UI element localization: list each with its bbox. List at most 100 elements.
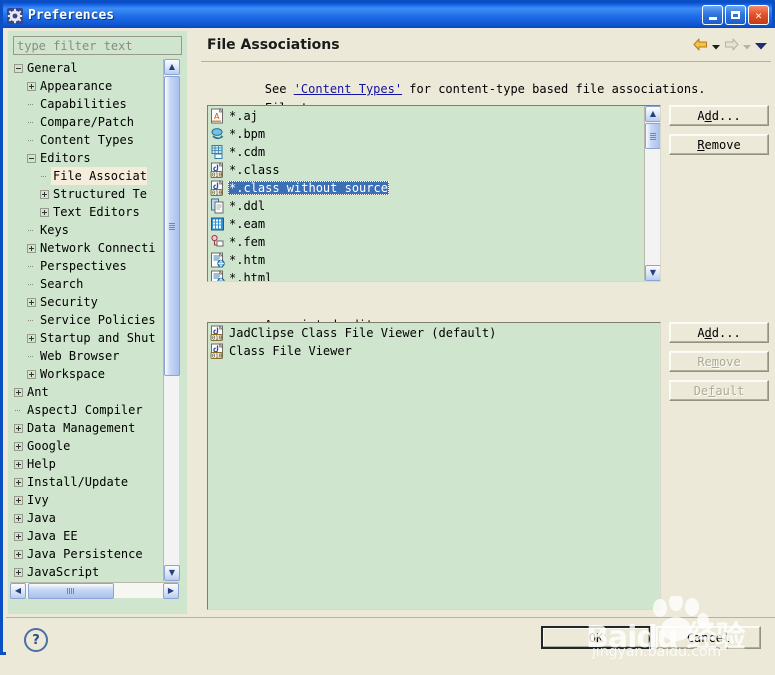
associated-editor-label: JadClipse Class File Viewer (default) xyxy=(229,326,497,340)
sidebar-item-compare-patch[interactable]: Compare/Patch xyxy=(10,113,162,131)
sidebar-item-perspectives[interactable]: Perspectives xyxy=(10,257,162,275)
sidebar-item-java-ee[interactable]: Java EE xyxy=(10,527,162,545)
expand-plus-icon[interactable] xyxy=(14,549,23,559)
tree-hscrollbar-thumb[interactable] xyxy=(28,583,114,599)
sidebar-item-network-connecti[interactable]: Network Connecti xyxy=(10,239,162,257)
sidebar-item-structured-te[interactable]: Structured Te xyxy=(10,185,162,203)
ok-button[interactable]: OK xyxy=(541,626,651,649)
sidebar-item-workspace[interactable]: Workspace xyxy=(10,365,162,383)
file-type-label: *.htm xyxy=(229,253,266,267)
sidebar-item-google[interactable]: Google xyxy=(10,437,162,455)
tree-scrollbar-thumb[interactable] xyxy=(164,76,180,376)
file-type-row[interactable]: *.cdm xyxy=(208,143,643,161)
sidebar-item-general[interactable]: General xyxy=(10,59,162,77)
expand-plus-icon[interactable] xyxy=(14,459,23,469)
add-editor-button[interactable]: Add... xyxy=(669,322,769,343)
sidebar-item-javascript[interactable]: JavaScript xyxy=(10,563,162,581)
file-types-list[interactable]: A *.aj *.bpm *.cdm 010 *.class 010 *.class with… xyxy=(207,105,661,282)
expand-plus-icon[interactable] xyxy=(14,423,23,433)
scroll-down-button[interactable]: ▼ xyxy=(164,565,180,581)
file-type-row[interactable]: A *.aj xyxy=(208,107,643,125)
scroll-right-button[interactable]: ▶ xyxy=(163,583,179,599)
tree-horizontal-scrollbar[interactable]: ◀ ▶ xyxy=(10,582,179,599)
maximize-icon xyxy=(731,11,740,19)
panel-splitter[interactable] xyxy=(189,31,199,614)
close-button[interactable]: ✕ xyxy=(748,5,769,25)
default-editor-button[interactable]: Default xyxy=(669,380,769,401)
file-type-row[interactable]: *.ddl xyxy=(208,197,643,215)
collapse-minus-icon[interactable] xyxy=(27,153,36,163)
expand-plus-icon[interactable] xyxy=(14,495,23,505)
file-types-scrollbar-thumb[interactable] xyxy=(645,123,660,149)
preference-tree[interactable]: General Appearance Capabilities Compare/Pat… xyxy=(10,59,162,581)
sidebar-item-startup-and-shut[interactable]: Startup and Shut xyxy=(10,329,162,347)
expand-plus-icon[interactable] xyxy=(14,477,23,487)
expand-plus-icon[interactable] xyxy=(40,207,49,217)
sidebar-item-ant[interactable]: Ant xyxy=(10,383,162,401)
sidebar-item-aspectj-compiler[interactable]: AspectJ Compiler xyxy=(10,401,162,419)
sidebar-item-capabilities[interactable]: Capabilities xyxy=(10,95,162,113)
scroll-down-button[interactable]: ▼ xyxy=(645,265,660,281)
expand-plus-icon[interactable] xyxy=(14,513,23,523)
file-type-row[interactable]: *.eam xyxy=(208,215,643,233)
associated-editors-list[interactable]: 010 JadClipse Class File Viewer (default)… xyxy=(207,322,661,610)
sidebar-item-file-associat[interactable]: File Associat xyxy=(10,167,162,185)
forward-arrow-icon xyxy=(724,38,739,54)
sidebar-item-search[interactable]: Search xyxy=(10,275,162,293)
sidebar-item-data-management[interactable]: Data Management xyxy=(10,419,162,437)
minimize-button[interactable] xyxy=(702,5,723,25)
sidebar-item-label: Capabilities xyxy=(40,97,127,111)
file-types-scrollbar[interactable]: ▲ ▼ xyxy=(644,106,660,281)
expand-plus-icon[interactable] xyxy=(27,243,36,253)
sidebar-item-ivy[interactable]: Ivy xyxy=(10,491,162,509)
expand-plus-icon[interactable] xyxy=(27,297,36,307)
associated-editor-row[interactable]: 010 JadClipse Class File Viewer (default) xyxy=(208,324,660,342)
sidebar-item-text-editors[interactable]: Text Editors xyxy=(10,203,162,221)
file-type-row[interactable]: *.htm xyxy=(208,251,643,269)
expand-plus-icon[interactable] xyxy=(27,333,36,343)
expand-plus-icon[interactable] xyxy=(14,387,23,397)
sidebar-item-help[interactable]: Help xyxy=(10,455,162,473)
sidebar-item-java[interactable]: Java xyxy=(10,509,162,527)
sidebar-item-editors[interactable]: Editors xyxy=(10,149,162,167)
sidebar-item-install-update[interactable]: Install/Update xyxy=(10,473,162,491)
sidebar-item-keys[interactable]: Keys xyxy=(10,221,162,239)
sidebar-item-security[interactable]: Security xyxy=(10,293,162,311)
sidebar-item-web-browser[interactable]: Web Browser xyxy=(10,347,162,365)
tree-leaf-dot-icon xyxy=(27,352,36,361)
file-type-row[interactable]: *.bpm xyxy=(208,125,643,143)
back-menu-chevron-down-icon[interactable] xyxy=(712,39,720,53)
tree-vertical-scrollbar[interactable]: ▲ ▼ xyxy=(163,59,180,581)
expand-plus-icon[interactable] xyxy=(40,189,49,199)
file-type-row[interactable]: *.fem xyxy=(208,233,643,251)
maximize-button[interactable] xyxy=(725,5,746,25)
sidebar-item-service-policies[interactable]: Service Policies xyxy=(10,311,162,329)
remove-editor-button[interactable]: Remove xyxy=(669,351,769,372)
expand-plus-icon[interactable] xyxy=(27,369,36,379)
sidebar-item-content-types[interactable]: Content Types xyxy=(10,131,162,149)
file-type-row[interactable]: *.html xyxy=(208,269,643,281)
expand-plus-icon[interactable] xyxy=(14,441,23,451)
collapse-minus-icon[interactable] xyxy=(14,63,23,73)
sidebar-item-appearance[interactable]: Appearance xyxy=(10,77,162,95)
svg-text:010: 010 xyxy=(212,190,222,196)
expand-plus-icon[interactable] xyxy=(14,531,23,541)
associated-editor-row[interactable]: 010 Class File Viewer xyxy=(208,342,660,360)
help-button[interactable]: ? xyxy=(24,628,48,652)
remove-file-type-button[interactable]: Remove xyxy=(669,134,769,155)
svg-text:A: A xyxy=(214,112,220,121)
title-bar[interactable]: Preferences ✕ xyxy=(3,3,772,28)
file-type-row[interactable]: 010 *.class without source xyxy=(208,179,643,197)
scroll-up-button[interactable]: ▲ xyxy=(645,106,660,122)
scroll-up-button[interactable]: ▲ xyxy=(164,59,180,75)
view-menu-icon[interactable] xyxy=(755,39,767,53)
file-type-row[interactable]: 010 *.class xyxy=(208,161,643,179)
search-input[interactable] xyxy=(13,36,182,55)
back-arrow-icon[interactable] xyxy=(693,38,708,54)
add-file-type-button[interactable]: Add... xyxy=(669,105,769,126)
sidebar-item-java-persistence[interactable]: Java Persistence xyxy=(10,545,162,563)
cancel-button[interactable]: Cancel xyxy=(656,626,761,649)
scroll-left-button[interactable]: ◀ xyxy=(10,583,26,599)
expand-plus-icon[interactable] xyxy=(14,567,23,577)
expand-plus-icon[interactable] xyxy=(27,81,36,91)
